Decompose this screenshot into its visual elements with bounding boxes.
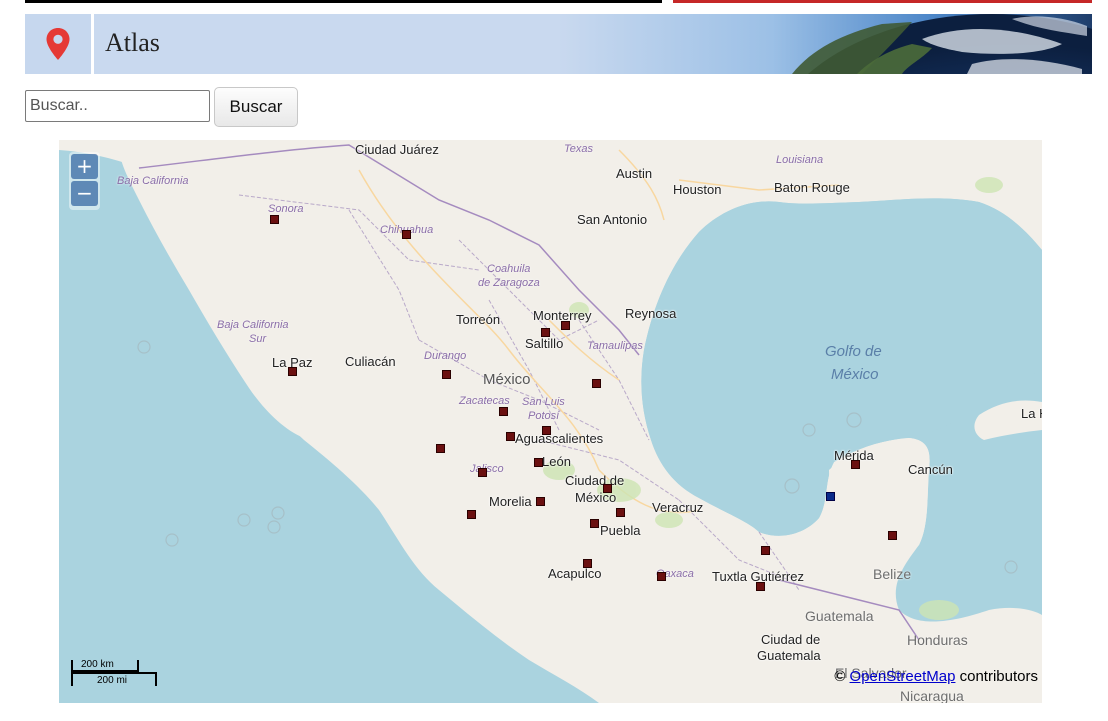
map-label-coahuila-1: Coahuila xyxy=(487,263,531,275)
map-label-puebla: Puebla xyxy=(600,523,641,538)
map-label-golfo-1: Golfo de xyxy=(825,343,882,360)
map-label-mexico: México xyxy=(483,371,531,388)
page-title: Atlas xyxy=(105,28,160,57)
map-label-reynosa: Reynosa xyxy=(625,306,677,321)
map-label-morelia: Morelia xyxy=(489,494,532,509)
map-label-sonora: Sonora xyxy=(268,203,304,215)
map-pin-icon xyxy=(46,28,70,60)
map-label-baja-california: Baja California xyxy=(117,175,189,187)
map-marker[interactable] xyxy=(288,367,297,376)
map-marker[interactable] xyxy=(756,582,765,591)
map-marker[interactable] xyxy=(590,519,599,528)
map-label-golfo-2: México xyxy=(831,366,879,383)
map-label-leon: León xyxy=(542,454,571,469)
map-marker[interactable] xyxy=(436,444,445,453)
map-label-ciudad-de-mexico-1: Ciudad de xyxy=(565,473,625,488)
map-label-ciudad-guatemala-1: Ciudad de xyxy=(761,632,821,647)
map-label-baja-california-sur-2: Sur xyxy=(249,333,267,345)
map-label-guatemala: Guatemala xyxy=(805,608,874,624)
map-label-texas: Texas xyxy=(564,143,593,155)
map-label-louisiana: Louisiana xyxy=(776,154,824,166)
map-marker[interactable] xyxy=(499,407,508,416)
map-label-acapulco: Acapulco xyxy=(548,566,602,581)
map-view[interactable]: + − Ciudad Juárez Texas Louisiana Austin Hou… xyxy=(59,140,1042,703)
map-marker[interactable] xyxy=(478,468,487,477)
scale-bar: 200 km 200 mi xyxy=(71,658,161,688)
search-input[interactable] xyxy=(25,90,210,122)
map-label-san-luis-1: San Luis xyxy=(522,396,565,408)
zoom-out-button[interactable]: − xyxy=(71,181,98,206)
map-label-culiacan: Culiacán xyxy=(345,354,396,369)
map-label-houston: Houston xyxy=(673,182,722,197)
map-label-la-habana: La H xyxy=(1021,406,1042,421)
search-button[interactable]: Buscar xyxy=(214,87,298,127)
map-marker[interactable] xyxy=(534,458,543,467)
map-marker[interactable] xyxy=(592,379,601,388)
map-marker[interactable] xyxy=(888,531,897,540)
map-marker[interactable] xyxy=(761,546,770,555)
map-label-belize: Belize xyxy=(873,566,912,582)
map-label-torreon: Torreón xyxy=(456,312,501,327)
map-marker[interactable] xyxy=(561,321,570,330)
map-label-ciudad-juarez: Ciudad Juárez xyxy=(355,142,439,157)
map-marker[interactable] xyxy=(402,230,411,239)
map-marker[interactable] xyxy=(467,510,476,519)
map-marker[interactable] xyxy=(542,426,551,435)
map-marker[interactable] xyxy=(541,328,550,337)
map-marker[interactable] xyxy=(270,215,279,224)
map-label-ciudad-guatemala-2: Guatemala xyxy=(757,648,821,663)
top-bar-right xyxy=(673,0,1092,3)
map-marker[interactable] xyxy=(536,497,545,506)
map-marker[interactable] xyxy=(657,572,666,581)
top-bar-left xyxy=(25,0,662,3)
site-header: Atlas xyxy=(25,14,1092,74)
map-marker[interactable] xyxy=(851,460,860,469)
map-label-baton-rouge: Baton Rouge xyxy=(774,180,850,195)
map-label-zacatecas: Zacatecas xyxy=(459,395,510,407)
map-label-austin: Austin xyxy=(616,166,653,181)
map-label-san-luis-2: Potosí xyxy=(528,410,560,422)
map-label-tamaulipas: Tamaulipas xyxy=(587,340,643,352)
scale-km: 200 km xyxy=(71,659,139,672)
map-marker[interactable] xyxy=(506,432,515,441)
map-label-saltillo: Saltillo xyxy=(525,336,564,351)
map-label-honduras: Honduras xyxy=(907,632,968,648)
map-attribution: © OpenStreetMap contributors xyxy=(834,668,1038,685)
scale-mi: 200 mi xyxy=(71,672,157,686)
map-marker[interactable] xyxy=(583,559,592,568)
map-label-baja-california-sur-1: Baja California xyxy=(217,319,289,331)
map-label-durango: Durango xyxy=(424,350,467,362)
zoom-control: + − xyxy=(69,152,100,210)
header-icon-box xyxy=(25,14,94,74)
map-label-cancun: Cancún xyxy=(908,462,953,477)
map-label-san-antonio: San Antonio xyxy=(577,212,648,227)
map-marker-highlighted[interactable] xyxy=(826,492,835,501)
earth-globe-image xyxy=(792,14,1092,74)
map-label-nicaragua: Nicaragua xyxy=(900,688,964,703)
map-marker[interactable] xyxy=(442,370,451,379)
openstreetmap-link[interactable]: OpenStreetMap xyxy=(850,668,956,685)
zoom-in-button[interactable]: + xyxy=(71,154,98,179)
map-marker[interactable] xyxy=(603,484,612,493)
map-label-veracruz: Veracruz xyxy=(652,500,704,515)
map-label-aguascalientes: Aguascalientes xyxy=(515,431,604,446)
map-label-coahuila-2: de Zaragoza xyxy=(478,277,540,289)
map-marker[interactable] xyxy=(616,508,625,517)
